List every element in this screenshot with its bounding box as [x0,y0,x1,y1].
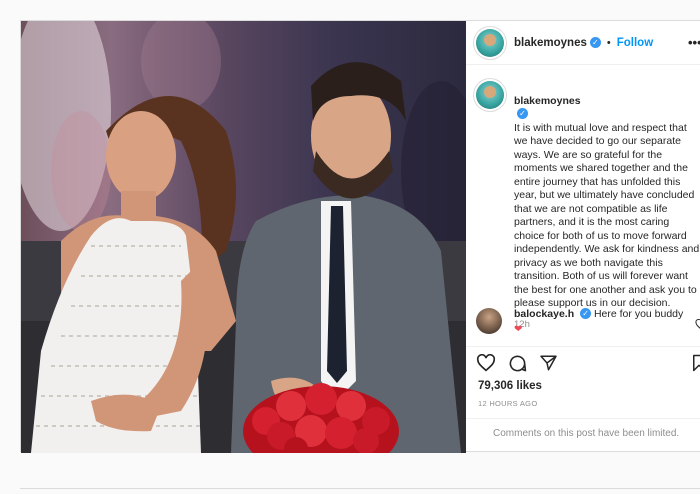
verified-badge-icon: ✓ [517,108,528,119]
caption-text: blakemoynes ✓ It is with mutual love and… [514,81,700,311]
heart-emoji: ❤ [514,324,523,335]
post-photo[interactable] [21,21,466,453]
share-icon[interactable] [539,354,558,372]
post-header: blakemoynes ✓ • Follow ••• [466,21,700,65]
follow-button[interactable]: Follow [617,37,653,49]
heart-icon[interactable] [476,354,496,372]
comments-limited-notice: Comments on this post have been limited. [466,418,700,453]
comment-username[interactable]: balockaye.h [514,308,574,320]
caption-body: It is with mutual love and respect that … [514,121,700,310]
likes-count[interactable]: 79,306 likes [478,380,542,392]
comment-item: balockaye.h ✓ Here for you buddy ❤ [476,308,683,336]
comment-like-heart-icon[interactable] [695,319,700,330]
divider [20,488,700,489]
avatar[interactable] [476,28,504,57]
comment-body: Here for you buddy [593,308,684,320]
more-options-icon[interactable]: ••• [688,35,700,50]
separator-dot: • [606,36,611,49]
caption-username[interactable]: blakemoynes [514,95,581,107]
caption-row: blakemoynes ✓ It is with mutual love and… [476,81,700,311]
comment-icon[interactable] [508,354,527,373]
instagram-post: blakemoynes ✓ • Follow ••• blakemoynes ✓… [20,20,700,453]
verified-badge-icon: ✓ [580,308,592,319]
username-link[interactable]: blakemoynes [514,37,587,49]
action-bar [466,346,700,376]
bookmark-icon[interactable] [692,354,700,372]
comments-section: blakemoynes ✓ It is with mutual love and… [466,65,700,355]
comment-avatar[interactable] [476,308,502,334]
verified-badge-icon: ✓ [589,37,601,48]
caption-avatar[interactable] [476,81,504,109]
comment-text: balockaye.h ✓ Here for you buddy ❤ [514,308,683,336]
post-timestamp: 12 HOURS AGO [478,399,538,408]
post-side-panel: blakemoynes ✓ • Follow ••• blakemoynes ✓… [466,21,700,453]
couple-photo-illustration [21,21,466,453]
